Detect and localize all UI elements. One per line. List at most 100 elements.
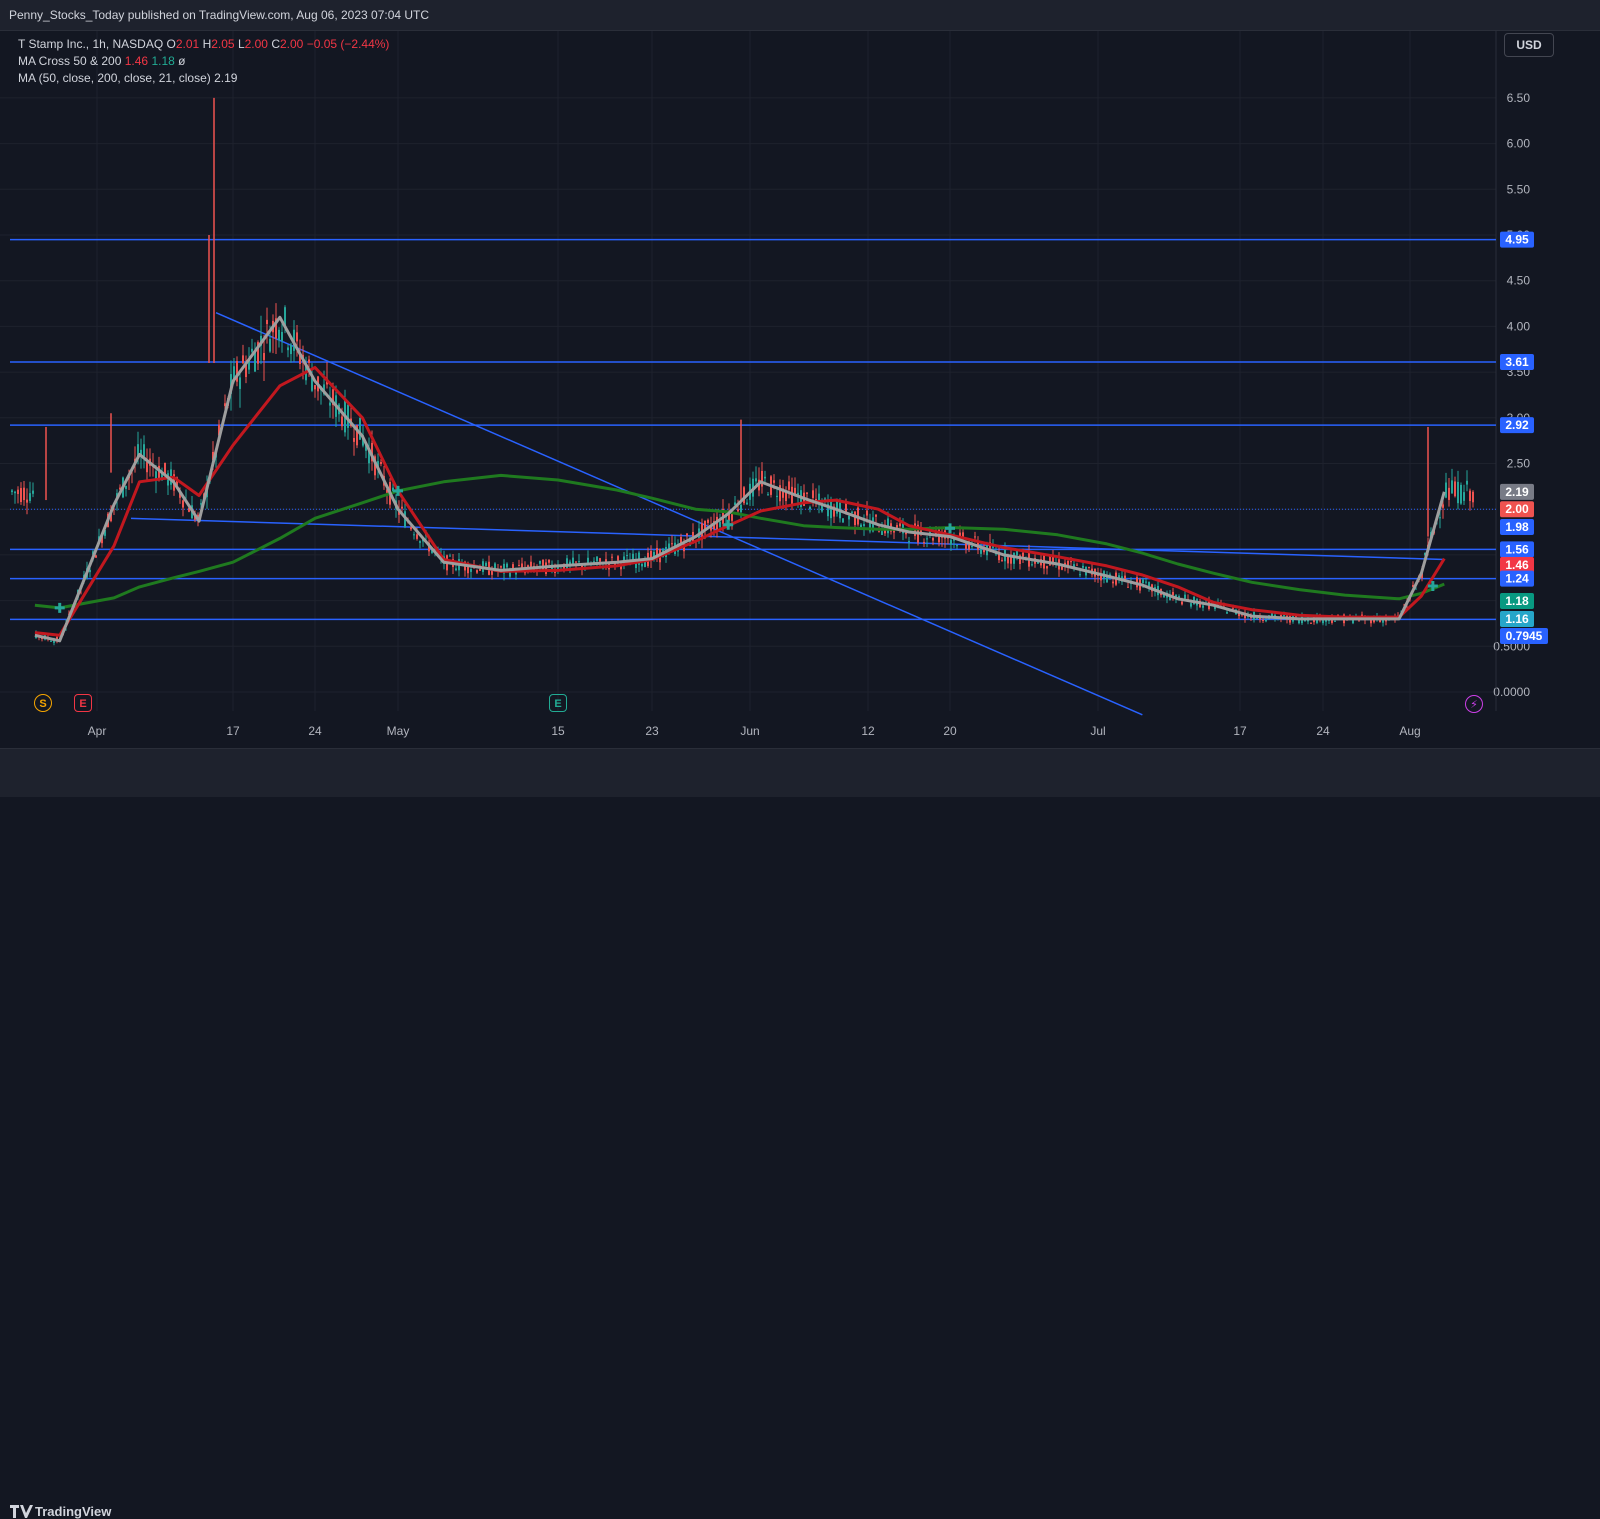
candle-body <box>470 568 472 572</box>
x-tick-label: 20 <box>943 724 957 738</box>
candle-body <box>1127 586 1129 588</box>
candle-body <box>1148 582 1150 587</box>
earnings-event-icon-2[interactable]: E <box>549 694 567 712</box>
candle-body <box>1145 581 1147 583</box>
candle-body <box>617 556 619 561</box>
candle-body <box>1070 561 1072 563</box>
candle-body <box>971 545 973 547</box>
candle-body <box>836 500 838 514</box>
candle-body <box>842 518 844 523</box>
currency-button[interactable]: USD <box>1504 33 1554 57</box>
candle-body <box>1310 622 1312 624</box>
x-tick-label: 23 <box>645 724 659 738</box>
x-tick-label: 24 <box>1316 724 1330 738</box>
candle-body <box>1466 480 1468 485</box>
candle-body <box>875 514 877 517</box>
price-tag-label: 1.56 <box>1505 542 1529 556</box>
candle-body <box>1061 566 1063 570</box>
candle-body <box>686 533 688 536</box>
legend-ma-row[interactable]: MA (50, close, 200, close, 21, close) 2.… <box>18 70 389 87</box>
candle-body <box>1226 612 1228 614</box>
legend-low-value: 2.00 <box>244 37 268 51</box>
candle-body <box>761 470 763 487</box>
candle-body <box>923 541 925 543</box>
candle-body <box>143 444 145 457</box>
candle-body <box>767 494 769 496</box>
candle-body <box>1001 559 1003 561</box>
candle-body <box>32 490 34 494</box>
candle-body <box>1181 601 1183 605</box>
candle-body <box>1232 607 1234 609</box>
candle-body <box>866 510 868 516</box>
x-tick-label: Apr <box>88 724 107 738</box>
candle-body <box>287 347 289 351</box>
x-tick-label: Jun <box>740 724 759 738</box>
x-tick-label: 12 <box>861 724 875 738</box>
candle-body <box>1190 603 1192 607</box>
chart-legend: T Stamp Inc., 1h, NASDAQ O2.01 H2.05 L2.… <box>18 36 389 87</box>
candle-body <box>974 536 976 538</box>
tradingview-brand: TradingView <box>35 1504 112 1519</box>
price-tag-label: 1.98 <box>1505 520 1529 534</box>
flash-event-icon[interactable]: ⚡ <box>1465 695 1483 713</box>
candle-body <box>776 495 778 498</box>
candle-body <box>1334 620 1336 622</box>
price-tag: 1.18 <box>1500 593 1534 609</box>
candle-body <box>296 332 298 342</box>
candle-body <box>239 377 241 389</box>
candle-body <box>50 640 52 642</box>
y-tick-label: 6.50 <box>1507 91 1531 105</box>
candle-body <box>719 521 721 528</box>
candle-body <box>26 499 28 503</box>
price-chart[interactable]: 6.506.005.505.004.504.003.503.002.502.00… <box>0 31 1600 769</box>
candle-body <box>14 491 16 494</box>
split-event-icon[interactable]: S <box>34 694 52 712</box>
candle-body <box>788 481 790 490</box>
candle-body <box>401 506 403 509</box>
candle-body <box>1448 487 1450 500</box>
candle-body <box>1142 579 1144 584</box>
candle-body <box>1172 592 1174 596</box>
legend-high-value: 2.05 <box>211 37 235 51</box>
price-tag: 1.16 <box>1500 611 1534 627</box>
chart-area[interactable]: 6.506.005.505.004.504.003.503.002.502.00… <box>0 31 1600 769</box>
candle-body <box>1076 564 1078 566</box>
candle-body <box>290 344 292 355</box>
candle-body <box>863 524 865 526</box>
ma-slow-line <box>34 473 1445 610</box>
candle-body <box>1460 484 1462 504</box>
legend-open-value: 2.01 <box>175 37 200 51</box>
candle-body <box>1472 491 1474 503</box>
x-tick-label: 24 <box>308 724 322 738</box>
earnings-event-icon[interactable]: E <box>74 694 92 712</box>
legend-symbol[interactable]: T Stamp Inc., 1h, NASDAQ <box>18 37 163 51</box>
x-tick-label: 15 <box>551 724 565 738</box>
y-tick-label: 0.0000 <box>1493 685 1530 699</box>
legend-change: −0.05 (−2.44%) <box>306 37 390 51</box>
candle-body <box>1112 581 1114 584</box>
candle-body <box>347 404 349 428</box>
candle-body <box>950 539 952 545</box>
price-tag-label: 2.19 <box>1505 485 1529 499</box>
candle-body <box>1082 565 1084 568</box>
candle-body <box>575 561 577 563</box>
price-tag: 1.98 <box>1500 519 1534 535</box>
candle-body <box>806 492 808 494</box>
candle-body <box>908 541 910 543</box>
candle-body <box>308 359 310 363</box>
price-tag: 1.46 <box>1500 557 1534 573</box>
price-tag-label: 1.24 <box>1505 572 1529 586</box>
candle-body <box>1451 480 1453 494</box>
candle-body <box>485 562 487 566</box>
candle-body <box>1469 490 1471 501</box>
candle-body <box>764 476 766 479</box>
legend-ma-cross-row[interactable]: MA Cross 50 & 200 1.46 1.18 ø <box>18 53 389 70</box>
price-tag-label: 4.95 <box>1505 233 1529 247</box>
price-tag: 1.24 <box>1500 570 1534 587</box>
candle-body <box>854 511 856 526</box>
x-tick-label: May <box>387 724 410 738</box>
x-tick-label: Jul <box>1090 724 1105 738</box>
candle-body <box>755 478 757 482</box>
legend-symbol-row: T Stamp Inc., 1h, NASDAQ O2.01 H2.05 L2.… <box>18 36 389 53</box>
tradingview-logo-icon <box>10 1505 33 1518</box>
